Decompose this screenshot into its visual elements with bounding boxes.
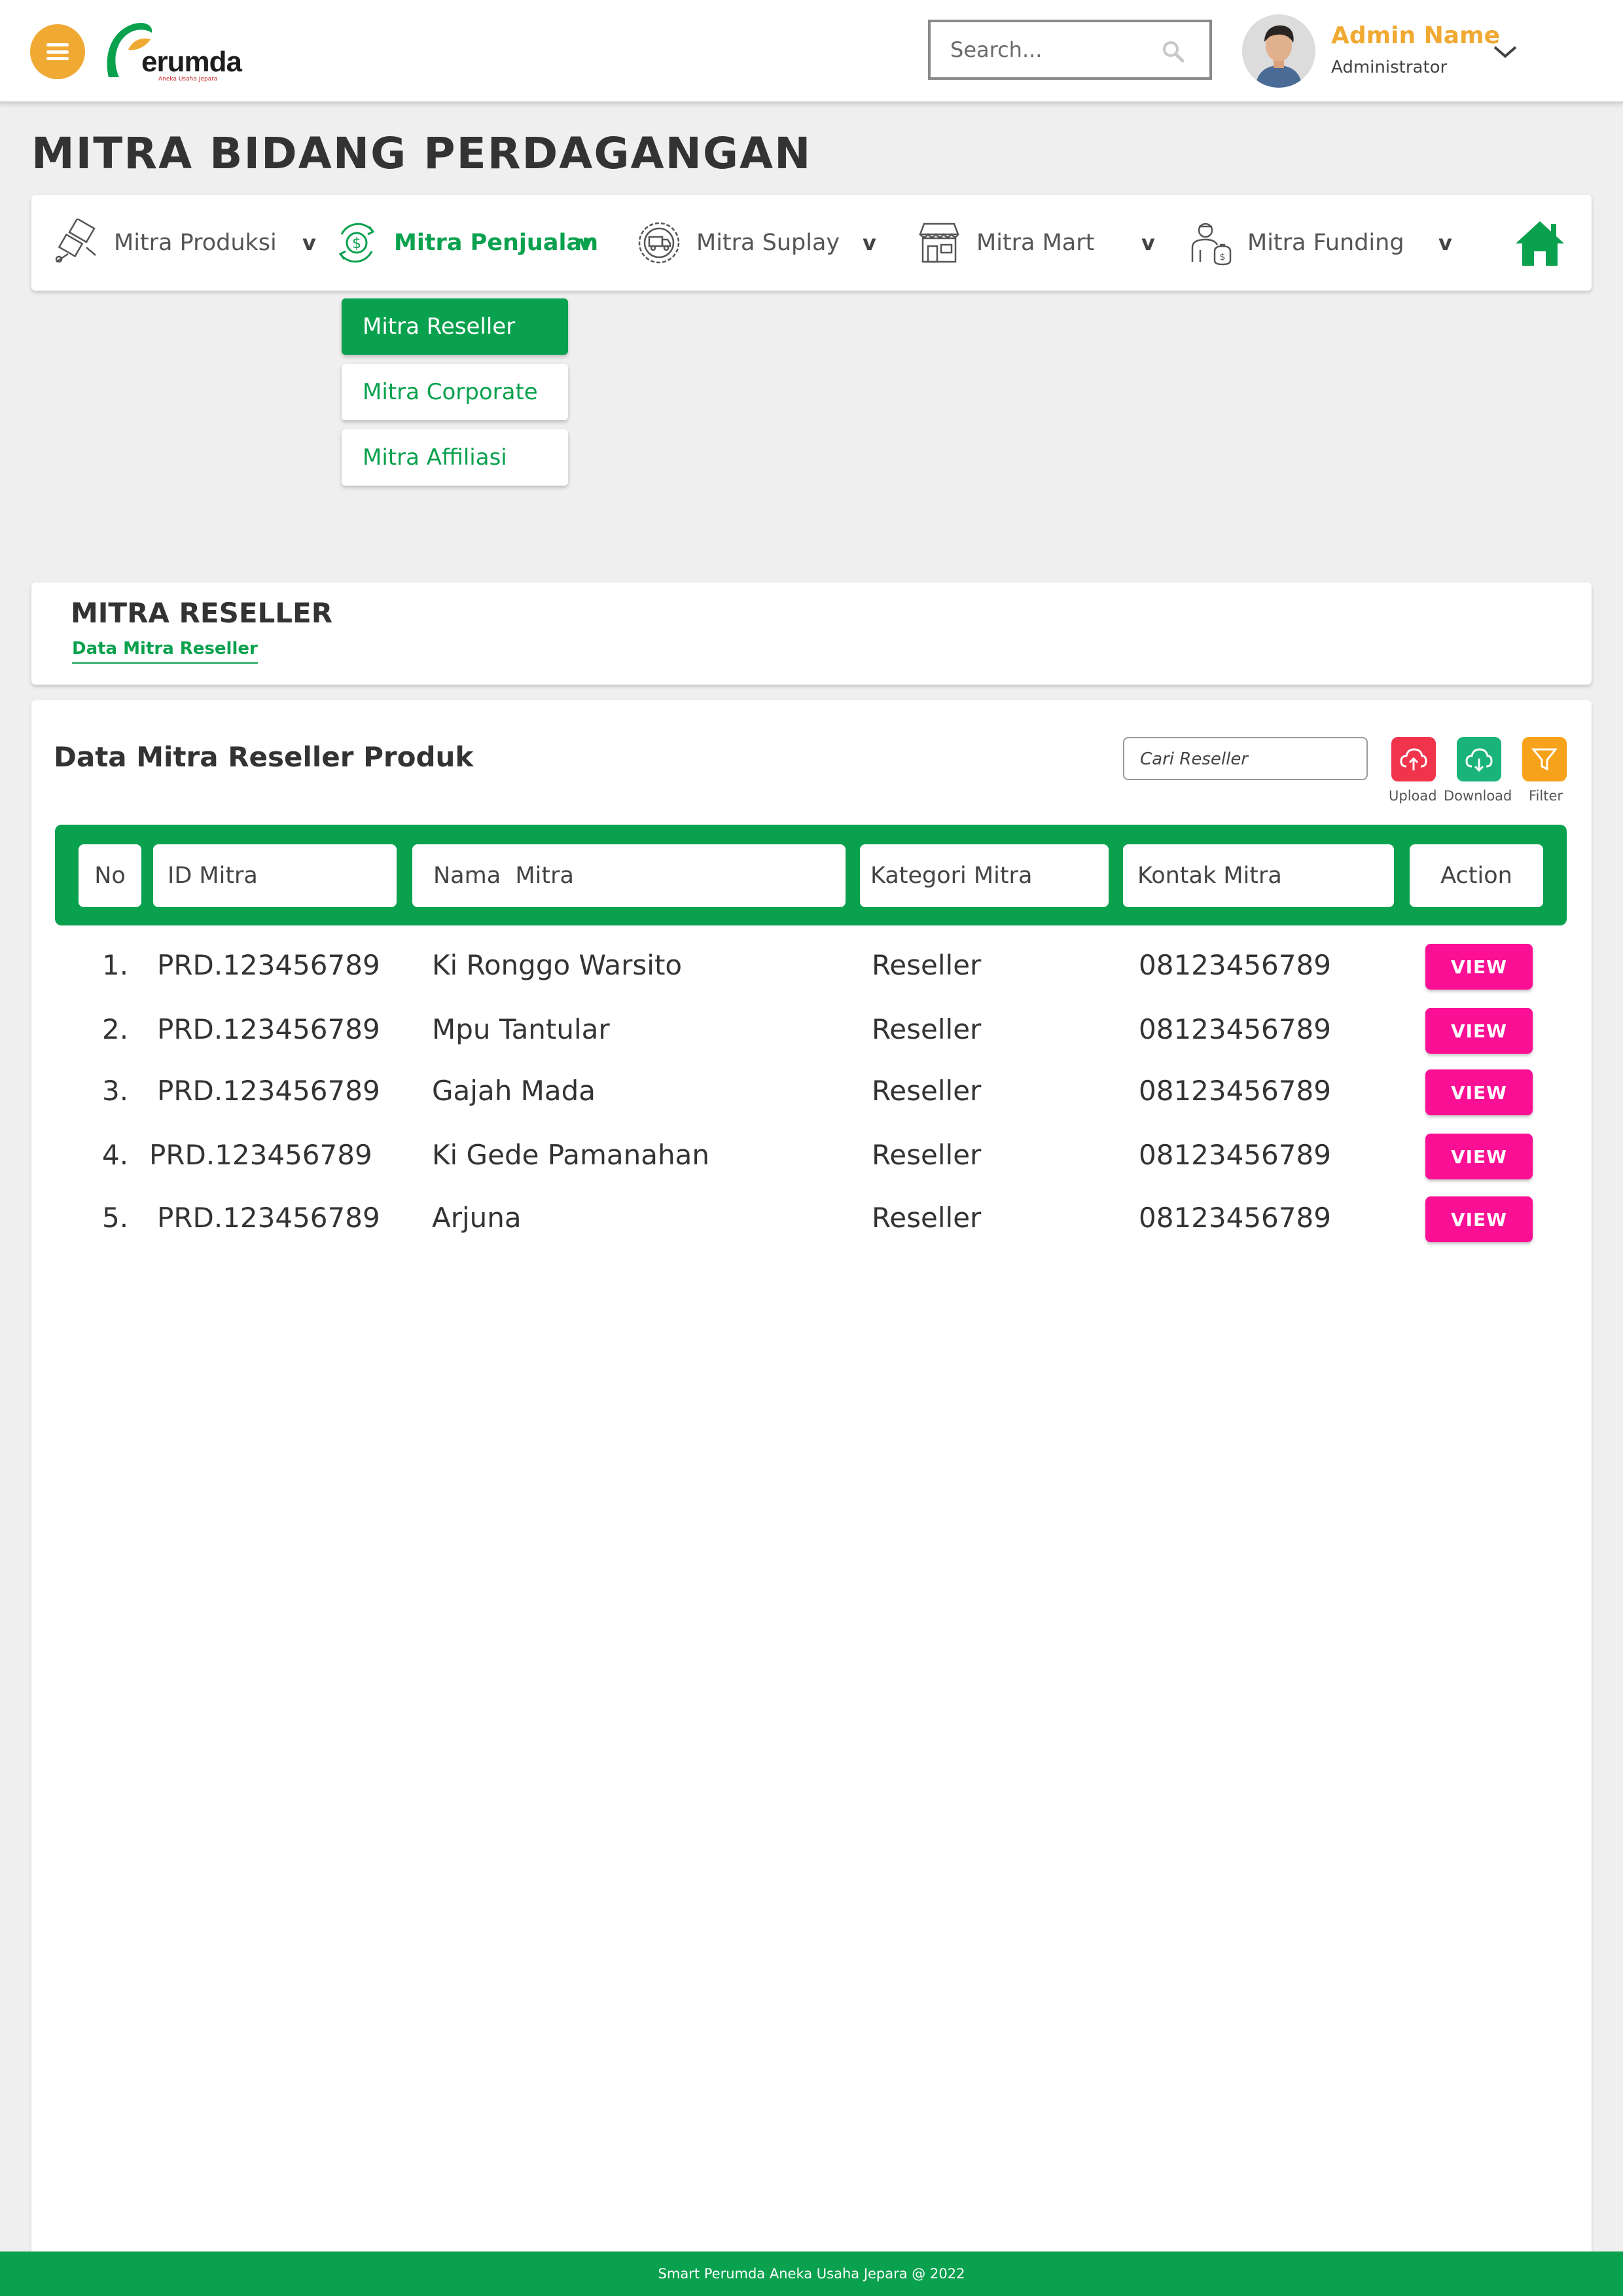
row-no: 5.: [102, 1202, 129, 1234]
column-header-action[interactable]: Action: [1410, 844, 1543, 907]
view-button[interactable]: VIEW: [1425, 944, 1533, 990]
view-button[interactable]: VIEW: [1425, 1069, 1533, 1115]
row-contact: 08123456789: [1139, 1013, 1331, 1045]
home-icon[interactable]: [1514, 219, 1565, 267]
row-category: Reseller: [872, 1202, 982, 1234]
reseller-search-input[interactable]: [1140, 746, 1356, 772]
nav-label: Mitra Penjualan: [394, 230, 598, 256]
search-icon[interactable]: [1161, 39, 1185, 63]
row-contact: 08123456789: [1139, 1202, 1331, 1234]
nav-label: Mitra Funding: [1247, 230, 1404, 256]
supply-truck-icon: [638, 222, 680, 264]
upload-label: Upload: [1389, 788, 1437, 804]
nav-label: Mitra Produksi: [114, 230, 277, 256]
money-cycle-icon: $: [338, 223, 375, 263]
download-button[interactable]: [1457, 737, 1501, 781]
nav-item-mitra-funding[interactable]: $ Mitra Funding v: [1186, 195, 1452, 291]
row-id: PRD.123456789: [157, 1013, 380, 1045]
filter-label: Filter: [1529, 788, 1563, 804]
top-bar: erumda Aneka Usaha Jepara Admin Name Adm…: [0, 0, 1623, 103]
column-header-category[interactable]: Kategori Mitra: [860, 844, 1109, 907]
category-nav: Mitra Produksi v $ Mitra Penjualan v Mit…: [31, 195, 1592, 291]
row-id: PRD.123456789: [157, 949, 380, 981]
row-category: Reseller: [872, 1075, 982, 1107]
row-no: 2.: [102, 1013, 129, 1045]
row-id: PRD.123456789: [149, 1139, 372, 1171]
page-title: MITRA BIDANG PERDAGANGAN: [31, 128, 812, 179]
svg-text:$: $: [1220, 252, 1226, 262]
column-header-no[interactable]: No: [79, 844, 141, 907]
column-header-name[interactable]: Nama Mitra: [412, 844, 846, 907]
row-category: Reseller: [872, 1013, 982, 1045]
column-header-id[interactable]: ID Mitra: [153, 844, 397, 907]
row-id: PRD.123456789: [157, 1202, 380, 1234]
nav-item-mitra-produksi[interactable]: Mitra Produksi v: [52, 195, 316, 291]
breadcrumb[interactable]: Data Mitra Reseller: [72, 639, 258, 664]
row-name: Ki Ronggo Warsito: [432, 949, 683, 981]
filter-button[interactable]: [1522, 737, 1567, 781]
row-category: Reseller: [872, 1139, 982, 1171]
svg-text:$: $: [352, 236, 361, 252]
row-name: Gajah Mada: [432, 1075, 596, 1107]
caret-down-icon[interactable]: v: [863, 230, 876, 255]
filter-icon: [1531, 748, 1558, 771]
row-no: 3.: [102, 1075, 129, 1107]
view-button[interactable]: VIEW: [1425, 1134, 1533, 1179]
upload-cloud-icon: [1400, 748, 1427, 770]
production-icon: [55, 219, 96, 263]
avatar[interactable]: [1242, 14, 1315, 88]
user-name[interactable]: Admin Name: [1331, 22, 1500, 49]
search-input[interactable]: [950, 34, 1160, 65]
row-id: PRD.123456789: [157, 1075, 380, 1107]
row-contact: 08123456789: [1139, 1075, 1331, 1107]
perumda-logo[interactable]: erumda Aneka Usaha Jepara: [102, 18, 242, 84]
nav-item-mitra-penjualan[interactable]: $ Mitra Penjualan v: [332, 195, 598, 291]
upload-button[interactable]: [1391, 737, 1436, 781]
data-panel: Data Mitra Reseller Produk Upload Downlo…: [31, 700, 1592, 2251]
investor-icon: $: [1191, 223, 1232, 266]
nav-label: Mitra Suplay: [696, 230, 840, 256]
nav-item-mitra-mart[interactable]: Mitra Mart v: [915, 195, 1155, 291]
caret-down-icon[interactable]: v: [579, 230, 592, 255]
section-header: MITRA RESELLER Data Mitra Reseller: [31, 583, 1592, 685]
menu-button[interactable]: [30, 24, 85, 79]
row-name: Ki Gede Pamanahan: [432, 1139, 709, 1171]
view-button[interactable]: VIEW: [1425, 1196, 1533, 1242]
row-category: Reseller: [872, 949, 982, 981]
dropdown-item-mitra-reseller[interactable]: Mitra Reseller: [342, 298, 568, 355]
download-label: Download: [1444, 788, 1512, 804]
caret-down-icon[interactable]: v: [302, 230, 316, 255]
footer: Smart Perumda Aneka Usaha Jepara @ 2022: [0, 2251, 1623, 2296]
caret-down-icon[interactable]: v: [1141, 230, 1155, 255]
reseller-search[interactable]: [1123, 737, 1368, 780]
nav-item-mitra-suplay[interactable]: Mitra Suplay v: [635, 195, 876, 291]
global-search[interactable]: [928, 20, 1212, 80]
view-button[interactable]: VIEW: [1425, 1008, 1533, 1054]
download-cloud-icon: [1465, 748, 1493, 772]
nav-label: Mitra Mart: [976, 230, 1095, 256]
chevron-down-icon[interactable]: [1491, 42, 1520, 62]
table-header: No ID Mitra Nama Mitra Kategori Mitra Ko…: [55, 825, 1567, 925]
row-name: Arjuna: [432, 1202, 522, 1234]
caret-down-icon[interactable]: v: [1438, 230, 1452, 255]
column-header-contact[interactable]: Kontak Mitra: [1123, 844, 1394, 907]
row-no: 1.: [102, 949, 129, 981]
logo-subtext: Aneka Usaha Jepara: [158, 76, 218, 82]
dropdown-item-mitra-corporate[interactable]: Mitra Corporate: [342, 364, 568, 420]
row-name: Mpu Tantular: [432, 1013, 610, 1045]
hamburger-icon: [46, 43, 69, 60]
row-contact: 08123456789: [1139, 949, 1331, 981]
dropdown-item-mitra-affiliasi[interactable]: Mitra Affiliasi: [342, 429, 568, 486]
panel-title: Data Mitra Reseller Produk: [54, 741, 474, 773]
section-title: MITRA RESELLER: [71, 597, 333, 629]
user-role: Administrator: [1331, 58, 1448, 77]
row-contact: 08123456789: [1139, 1139, 1331, 1171]
store-icon: [919, 223, 959, 263]
logo-text: erumda: [141, 46, 242, 78]
user-photo-icon: [1242, 14, 1315, 88]
row-no: 4.: [102, 1139, 129, 1171]
